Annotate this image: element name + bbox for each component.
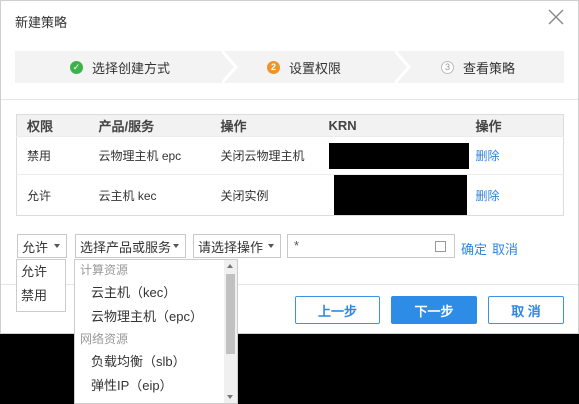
table-header-row: 权限 产品/服务 操作 KRN 操作 [16, 114, 564, 137]
permission-select-value: 允许 [22, 239, 49, 255]
permission-select[interactable]: 允许 [17, 234, 67, 258]
next-step-button[interactable]: 下一步 [391, 296, 477, 324]
cell-operation: 删除 [475, 174, 564, 216]
dropdown-option[interactable]: 云物理主机（epc） [75, 305, 237, 329]
step-set-permission: 2 设置权限 [267, 51, 341, 83]
cell-action: 关闭云物理主机 [220, 136, 329, 175]
step-select-method: ✓ 选择创建方式 [70, 51, 170, 83]
scroll-down-icon[interactable] [227, 395, 233, 399]
col-krn: KRN [328, 114, 476, 137]
chevron-down-icon [173, 244, 179, 248]
product-dropdown: 计算资源 云主机（kec） 云物理主机（epc） 网络资源 负载均衡（slb） … [74, 259, 238, 404]
product-select[interactable]: 选择产品或服务 [75, 234, 186, 258]
cell-action: 关闭实例 [220, 174, 329, 216]
prev-step-button[interactable]: 上一步 [295, 296, 380, 324]
scroll-up-icon[interactable] [227, 264, 233, 268]
confirm-link[interactable]: 确定 [461, 239, 487, 258]
chevron-down-icon [268, 244, 274, 248]
resource-input[interactable]: * [287, 234, 455, 258]
product-select-value: 选择产品或服务 [80, 239, 172, 255]
cell-product: 云物理主机 epc [98, 136, 221, 175]
delete-link[interactable]: 删除 [476, 189, 500, 203]
dropdown-option[interactable]: 负载均衡（slb） [75, 350, 237, 374]
dropdown-option[interactable]: 允许 [17, 260, 65, 284]
dropdown-scrollbar[interactable] [224, 260, 237, 403]
table-row: 允许 云主机 kec 关闭实例 删除 [16, 174, 564, 216]
col-operation: 操作 [475, 114, 564, 137]
chevron-down-icon [54, 244, 60, 248]
divider [1, 99, 578, 100]
cell-krn [328, 136, 476, 175]
action-select-value: 请选择操作 [198, 239, 264, 255]
step-divider-icon [395, 51, 411, 83]
table-row: 禁用 云物理主机 epc 关闭云物理主机 删除 [16, 136, 564, 175]
col-product: 产品/服务 [98, 114, 221, 137]
col-action: 操作 [220, 114, 329, 137]
cell-permission: 禁用 [16, 136, 99, 175]
step-view-policy: 3 查看策略 [441, 51, 515, 83]
step-number-icon: 3 [441, 60, 454, 74]
dialog-title: 新建策略 [15, 15, 68, 30]
option-group-label: 网络资源 [80, 332, 129, 346]
step-number-icon: 2 [267, 60, 280, 74]
delete-link[interactable]: 删除 [476, 149, 500, 163]
close-icon[interactable] [547, 8, 565, 26]
cancel-button[interactable]: 取 消 [488, 296, 564, 324]
resource-input-value: * [294, 238, 300, 253]
permission-table: 权限 产品/服务 操作 KRN 操作 禁用 云物理主机 epc 关闭云物理主机 … [16, 114, 564, 216]
cell-permission: 允许 [16, 174, 99, 216]
action-select[interactable]: 请选择操作 [193, 234, 281, 258]
cancel-link[interactable]: 取消 [492, 239, 518, 258]
step-divider-icon [222, 51, 238, 83]
step-label: 设置权限 [289, 60, 342, 76]
dropdown-option[interactable]: 弹性IP（eip） [75, 374, 237, 398]
col-permission: 权限 [16, 114, 99, 137]
cell-operation: 删除 [475, 136, 564, 175]
check-circle-icon: ✓ [70, 60, 83, 74]
wizard-steps: ✓ 选择创建方式 2 设置权限 3 查看策略 [15, 51, 564, 83]
cell-krn [328, 174, 476, 216]
step-label: 查看策略 [463, 60, 516, 76]
scrollbar-thumb[interactable] [226, 274, 235, 354]
dropdown-option[interactable]: 禁用 [17, 284, 65, 308]
redacted-krn [328, 142, 469, 169]
list-icon[interactable] [435, 241, 446, 252]
dropdown-option[interactable]: 云主机（kec） [75, 281, 237, 305]
permission-dropdown: 允许 禁用 [16, 259, 66, 312]
cell-product: 云主机 kec [98, 174, 221, 216]
option-group-label: 计算资源 [80, 263, 129, 277]
redacted-krn [333, 175, 467, 215]
step-label: 选择创建方式 [92, 60, 171, 76]
